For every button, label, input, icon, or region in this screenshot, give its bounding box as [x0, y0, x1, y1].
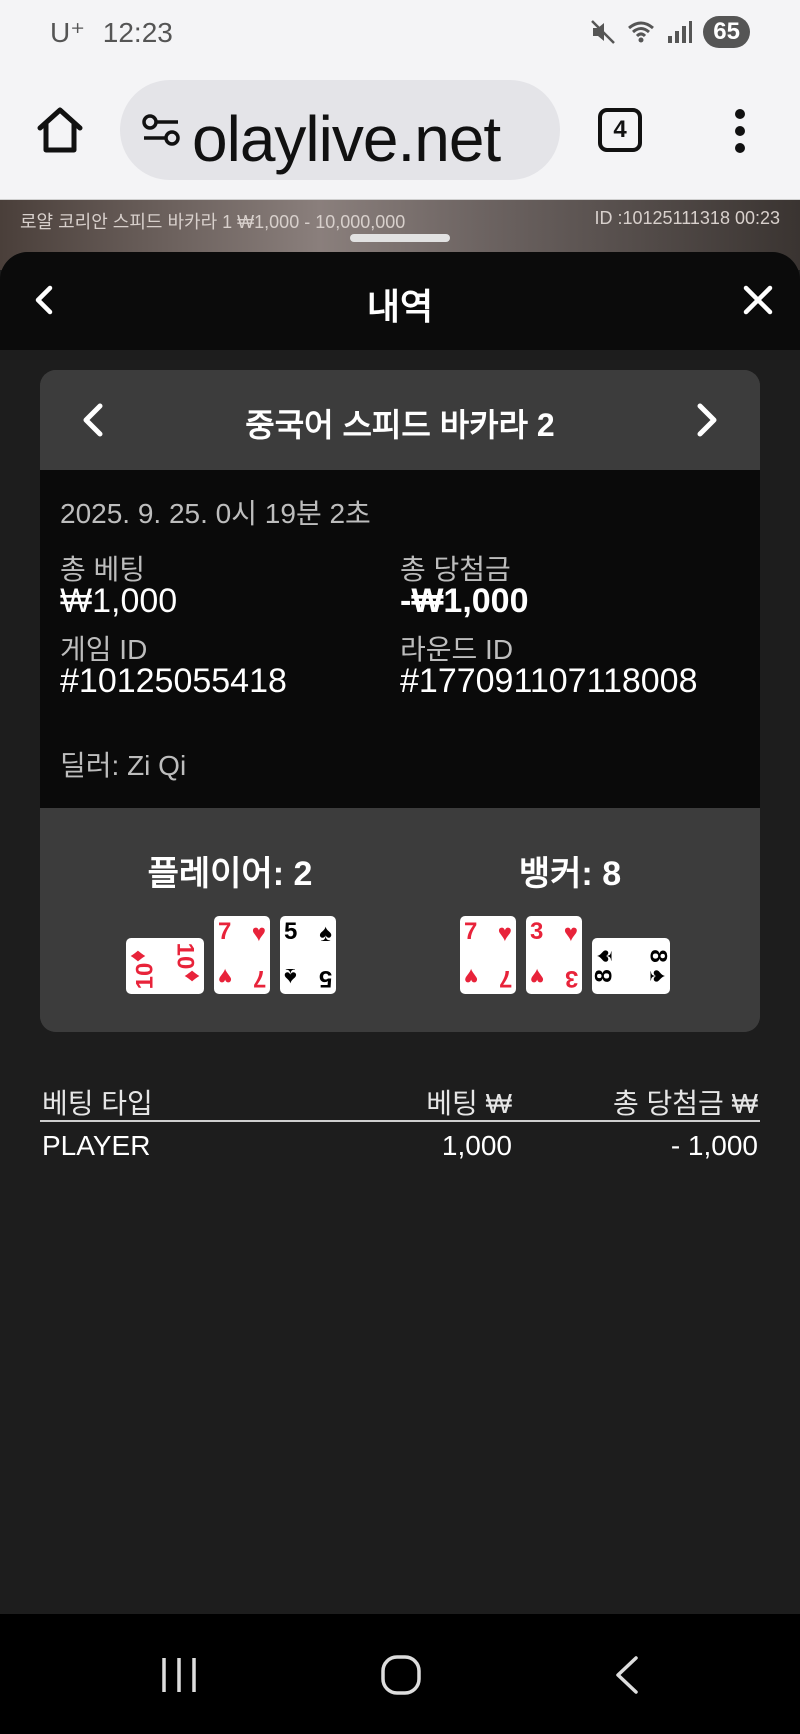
card-rank: 10: [171, 942, 199, 970]
next-record-icon[interactable]: [686, 400, 726, 440]
home-icon[interactable]: [34, 104, 86, 156]
carrier-label: U⁺: [50, 17, 85, 48]
card-suit-icon: ♥: [497, 920, 512, 947]
status-left: U⁺ 12:23: [50, 16, 173, 49]
card-suit-icon: ♦: [124, 949, 152, 963]
sheet-title: 내역: [366, 286, 434, 327]
header-bet-amount: 베팅 ₩: [426, 1088, 512, 1119]
playing-card: 10 ♦ 10 ♦: [124, 938, 206, 994]
more-menu-icon[interactable]: [730, 106, 750, 156]
round-datetime: 2025. 9. 25. 0시 19분 2초: [60, 498, 371, 529]
hands-panel: 플레이어: 2 뱅커: 8 10 ♦ 10 ♦ 7 ♥ 7 ♥ 5 ♠ 5 ♠ 7 ♥ 7 ♥ 3 ♥ 3 ♥ 8 ♠ 8…: [40, 808, 760, 1032]
card-rank: 7: [218, 918, 232, 945]
card-rank: 5: [318, 965, 332, 992]
history-sheet: 내역 중국어 스피드 바카라 2 2025. 9. 25. 0시 19분 2초 …: [0, 252, 800, 1614]
playing-card: 5 ♠ 5 ♠: [280, 916, 336, 994]
header-bet-type: 베팅 타입: [42, 1088, 153, 1119]
table-limits-text: 로얄 코리안 스피드 바카라 1 ₩1,000 - 10,000,000: [20, 212, 406, 232]
close-icon[interactable]: [740, 282, 776, 318]
system-back-icon[interactable]: [612, 1654, 642, 1696]
table-id-text: ID :10125111318 00:23: [594, 208, 781, 228]
bet-type-cell: PLAYER: [42, 1130, 151, 1161]
url-text: olaylive.net: [192, 103, 501, 175]
dealer-name: 딜러: Zi Qi: [60, 750, 187, 781]
wifi-icon: [628, 21, 655, 43]
system-home-icon[interactable]: [380, 1654, 422, 1696]
system-nav-bar: [0, 1614, 800, 1734]
playing-card: 8 ♠ 8 ♠: [590, 938, 672, 994]
tabs-button[interactable]: 4: [598, 108, 642, 152]
card-rank: 5: [284, 918, 298, 945]
total-bet-value: ₩1,000: [60, 582, 178, 620]
card-suit-icon: ♥: [563, 920, 578, 947]
sheet-drag-handle[interactable]: [350, 234, 450, 242]
card-suit-icon: ♦: [178, 969, 206, 983]
record-details: 2025. 9. 25. 0시 19분 2초 총 베팅 ₩1,000 총 당첨금…: [40, 470, 760, 808]
address-bar[interactable]: olaylive.net: [120, 80, 560, 180]
playing-card: 7 ♥ 7 ♥: [214, 916, 270, 994]
card-rank: 7: [252, 965, 266, 992]
status-right: 65: [589, 16, 750, 48]
card-rank: 8: [590, 969, 618, 983]
header-total-win: 총 당첨금 ₩: [612, 1088, 758, 1119]
signal-icon: [668, 21, 693, 43]
card-suit-icon: ♥: [218, 963, 233, 990]
total-win-value: -₩1,000: [400, 582, 529, 620]
card-suit-icon: ♠: [644, 969, 672, 983]
record-header: 중국어 스피드 바카라 2: [40, 370, 760, 470]
playing-card: 3 ♥ 3 ♥: [526, 916, 582, 994]
status-bar: U⁺ 12:23 65: [0, 0, 800, 66]
bet-table: 베팅 타입 베팅 ₩ 총 당첨금 ₩ PLAYER 1,000 - 1,000: [40, 1072, 760, 1170]
win-amount-cell: - 1,000: [670, 1130, 758, 1161]
bet-amount-cell: 1,000: [441, 1130, 512, 1161]
card-suit-icon: ♠: [284, 963, 297, 990]
card-rank: 8: [644, 949, 672, 963]
round-id-value: #177091107118008: [400, 662, 698, 700]
playing-card: 7 ♥ 7 ♥: [460, 916, 516, 994]
mute-icon: [591, 20, 616, 44]
card-rank: 3: [564, 965, 578, 992]
site-settings-icon[interactable]: [140, 110, 182, 150]
card-suit-icon: ♥: [530, 963, 545, 990]
recent-apps-icon[interactable]: [158, 1654, 200, 1696]
card-rank: 10: [131, 962, 159, 990]
card-rank: 7: [498, 965, 512, 992]
card-rank: 3: [530, 918, 544, 945]
battery-indicator: 65: [703, 16, 750, 48]
player-score: 플레이어: 2: [147, 855, 313, 893]
sheet-header: 내역: [0, 252, 800, 350]
card-suit-icon: ♠: [590, 949, 618, 963]
game-id-value: #10125055418: [60, 662, 287, 700]
table-row: PLAYER 1,000 - 1,000: [40, 1122, 760, 1170]
card-suit-icon: ♥: [251, 920, 266, 947]
card-rank: 7: [464, 918, 478, 945]
clock: 12:23: [102, 17, 173, 48]
card-suit-icon: ♠: [319, 920, 332, 947]
round-record-card: 중국어 스피드 바카라 2 2025. 9. 25. 0시 19분 2초 총 베…: [40, 370, 760, 1032]
game-title: 중국어 스피드 바카라 2: [245, 407, 555, 443]
banker-score: 뱅커: 8: [518, 855, 622, 893]
card-suit-icon: ♥: [464, 963, 479, 990]
browser-toolbar: olaylive.net 4: [0, 66, 800, 200]
bet-table-header: 베팅 타입 베팅 ₩ 총 당첨금 ₩: [40, 1072, 760, 1122]
